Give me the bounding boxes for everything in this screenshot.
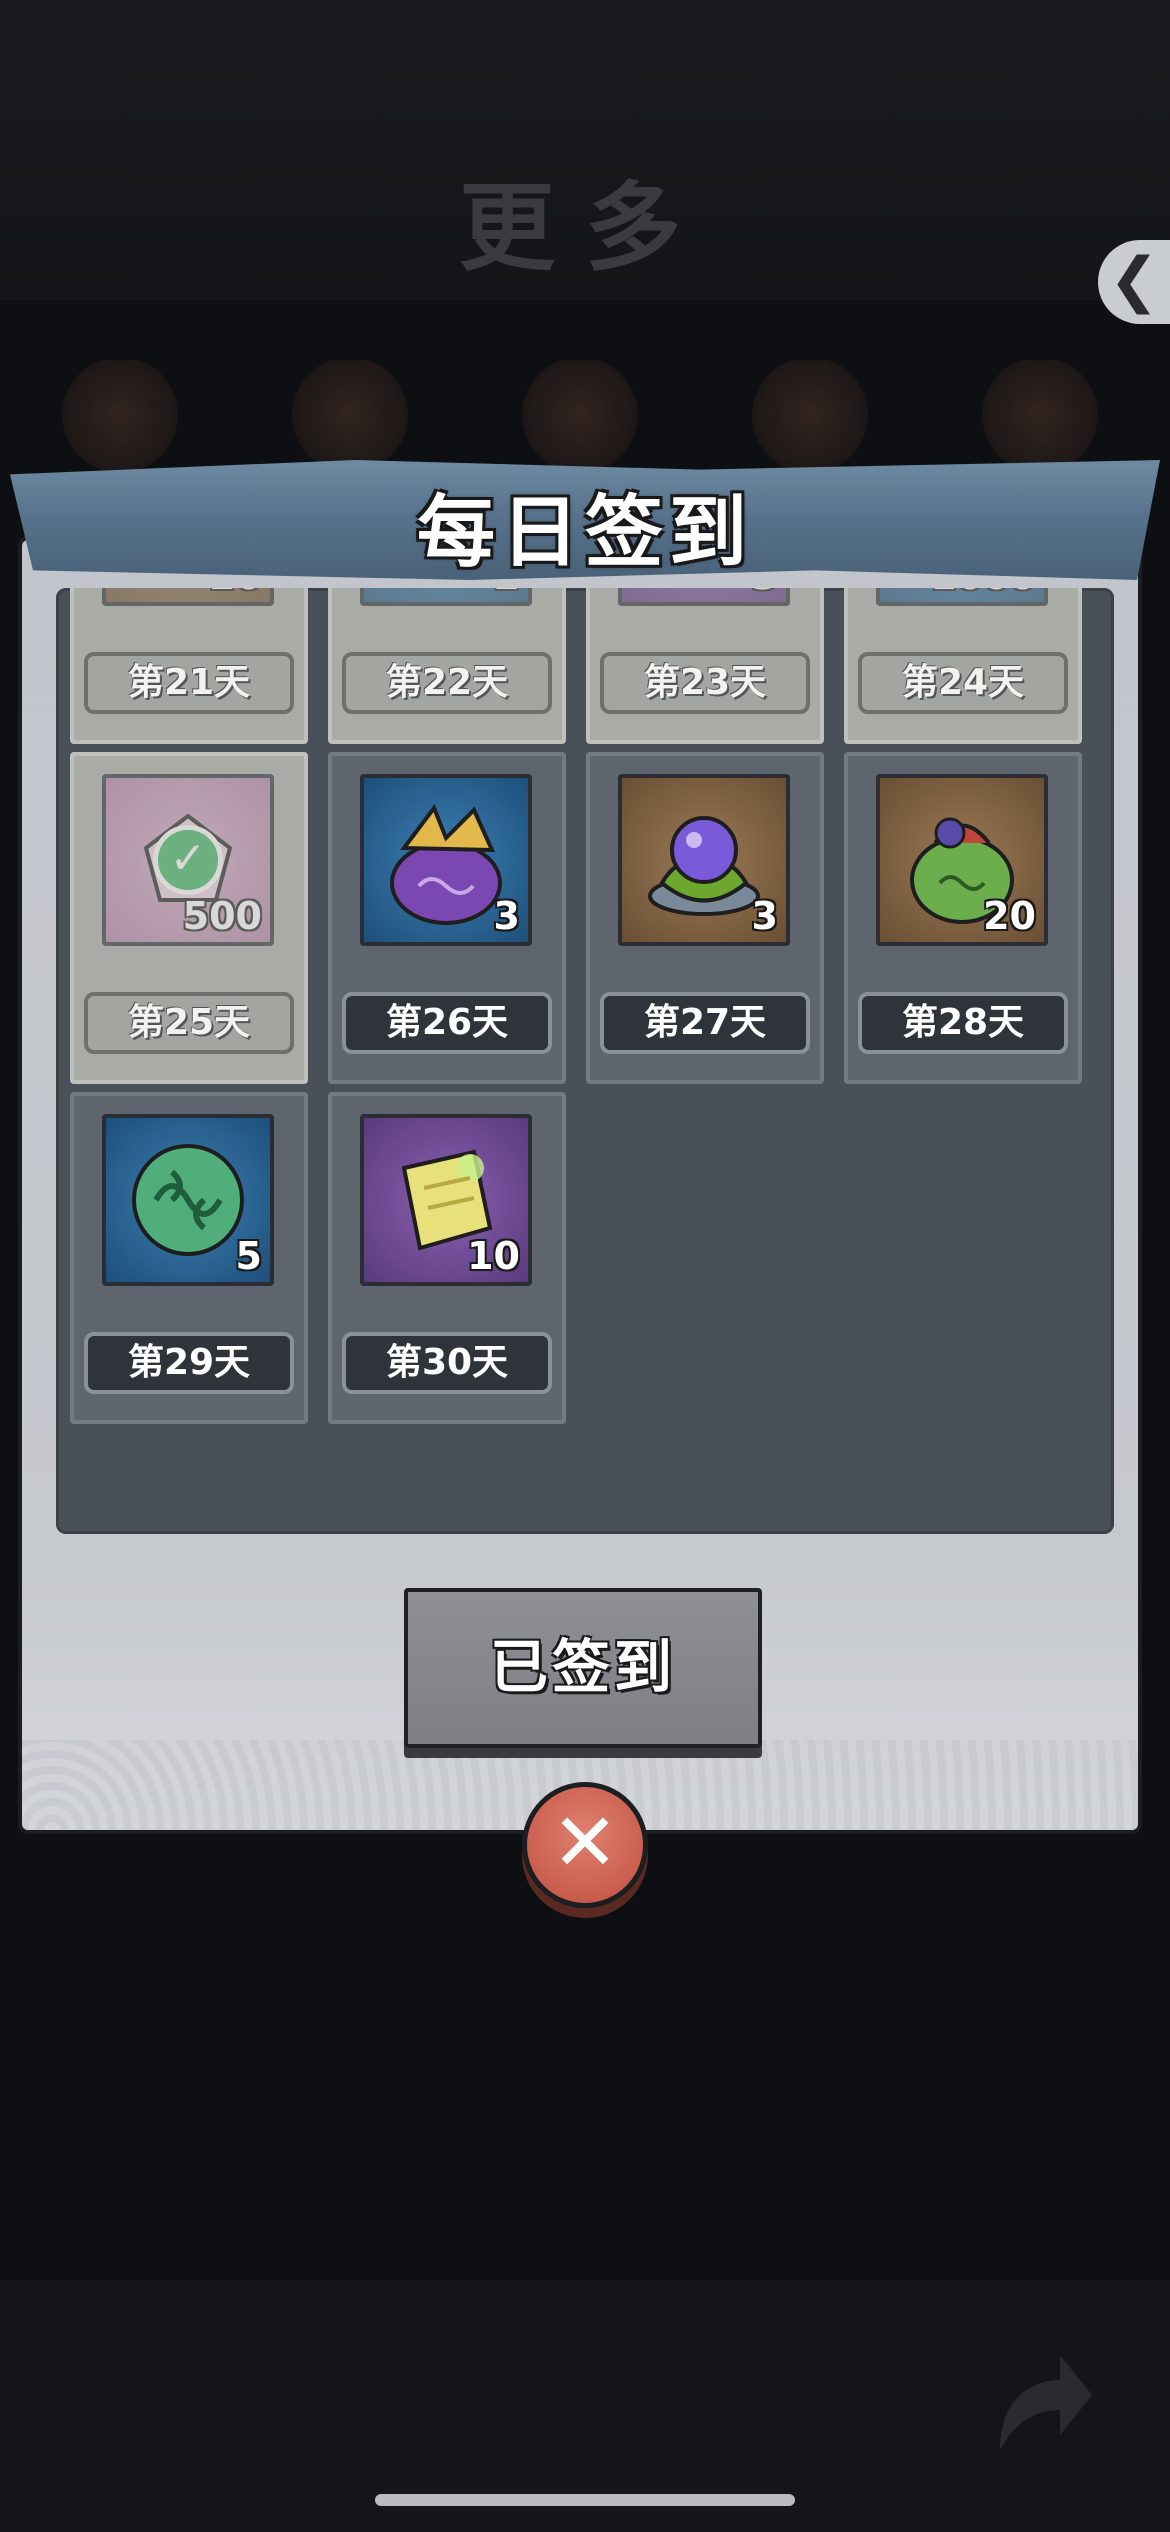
claimed-check-icon: ✓ <box>153 825 223 895</box>
home-indicator <box>375 2494 795 2506</box>
warrior-icon <box>980 360 1100 470</box>
reward-quantity: 5 <box>235 1234 262 1278</box>
reward-item-frame: 20✓ <box>102 588 274 606</box>
reward-item-frame: 2✓ <box>360 588 532 606</box>
reward-item-frame: 20 <box>876 774 1048 946</box>
share-arrow-icon[interactable] <box>980 2330 1100 2460</box>
reward-day-cell[interactable]: 3 第27天 <box>586 752 824 1084</box>
reward-quantity: 3 <box>752 588 778 598</box>
reward-day-cell[interactable]: 20✓ 第21天 <box>70 588 308 744</box>
reward-item-frame: 5 <box>102 1114 274 1286</box>
day-label: 第28天 <box>858 992 1068 1054</box>
reward-quantity: 20 <box>983 894 1036 938</box>
reward-day-cell[interactable]: 3✓ 第23天 <box>586 588 824 744</box>
reward-item-frame: 3 <box>360 774 532 946</box>
reward-item-frame: 500 ✓ <box>102 774 274 946</box>
day-label: 第25天 <box>84 992 294 1054</box>
reward-quantity: 500 <box>182 894 262 938</box>
reward-day-cell[interactable]: 5 第29天 <box>70 1092 308 1424</box>
reward-day-cell[interactable]: 20 第28天 <box>844 752 1082 1084</box>
signed-button[interactable]: 已签到 <box>404 1588 762 1748</box>
reward-day-cell[interactable]: 2✓ 第22天 <box>328 588 566 744</box>
day-label: 第30天 <box>342 1332 552 1394</box>
gear-icon <box>520 360 640 470</box>
reward-item-frame: 3✓ <box>618 588 790 606</box>
reward-quantity: 3 <box>751 894 778 938</box>
background-menu-icons <box>60 360 1120 480</box>
close-button[interactable]: ✕ <box>522 1782 648 1908</box>
day-label: 第23天 <box>600 652 810 714</box>
side-tab-button[interactable]: ❮ <box>1098 240 1170 324</box>
day-label: 第21天 <box>84 652 294 714</box>
reward-quantity: 1000 <box>930 588 1036 598</box>
character-icon <box>750 360 870 470</box>
reward-grid: 20✓第21天2✓第22天3✓第23天1000✓第24天500✓第25天3第26… <box>56 588 1114 1534</box>
dialog-title: 每日签到 <box>416 488 753 578</box>
reward-day-cell[interactable]: 3 第26天 <box>328 752 566 1084</box>
reward-item-frame: 3 <box>618 774 790 946</box>
background-title: 更多 <box>459 172 711 284</box>
lucky-bag-icon <box>60 360 180 470</box>
reward-item-frame: 10 <box>360 1114 532 1286</box>
reward-quantity: 20 <box>209 588 262 598</box>
reward-quantity: 3 <box>493 894 520 938</box>
reward-quantity: 10 <box>467 1234 520 1278</box>
reward-day-cell[interactable]: 1000✓ 第24天 <box>844 588 1082 744</box>
chest-icon <box>290 360 410 470</box>
reward-day-cell[interactable]: 10 第30天 <box>328 1092 566 1424</box>
day-label: 第29天 <box>84 1332 294 1394</box>
day-label: 第24天 <box>858 652 1068 714</box>
day-label: 第22天 <box>342 652 552 714</box>
reward-quantity: 2 <box>494 588 520 598</box>
day-label: 第26天 <box>342 992 552 1054</box>
reward-item-frame: 1000✓ <box>876 588 1048 606</box>
day-label: 第27天 <box>600 992 810 1054</box>
reward-day-cell[interactable]: 500 ✓ 第25天 <box>70 752 308 1084</box>
